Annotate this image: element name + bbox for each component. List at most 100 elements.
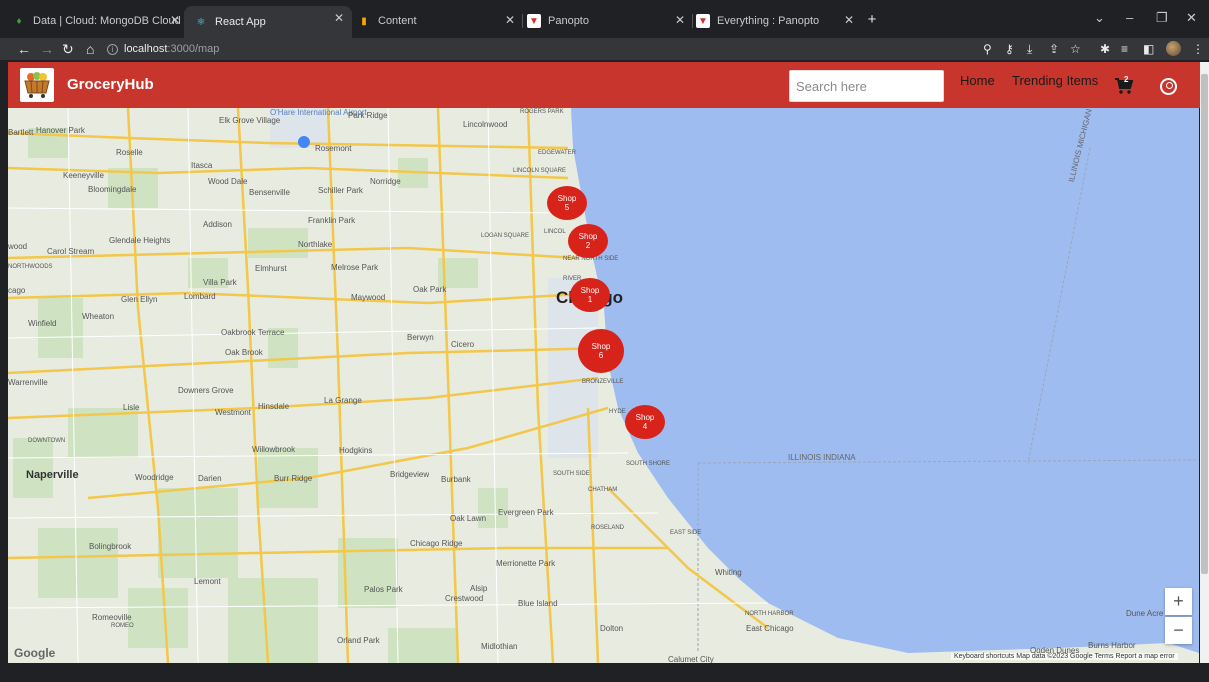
place-label: Berwyn: [407, 333, 434, 342]
place-label: Dune Acre: [1126, 609, 1164, 618]
site-info-icon[interactable]: i: [107, 43, 118, 55]
place-label: Whiting: [715, 568, 742, 577]
place-label: LINCOLN SQUARE: [513, 168, 567, 174]
close-tab-icon[interactable]: ✕: [844, 13, 854, 27]
account-icon[interactable]: [1160, 78, 1177, 95]
home-icon[interactable]: ⌂: [86, 40, 94, 58]
bar-chart-icon: ▮: [361, 15, 367, 27]
zoom-in-button[interactable]: +: [1165, 588, 1192, 615]
bookmark-star-icon[interactable]: ☆: [1070, 41, 1081, 57]
place-label: Oak Brook: [225, 348, 263, 357]
place-label: East Chicago: [746, 624, 794, 633]
place-label: Keeneyville: [63, 171, 104, 180]
profile-avatar[interactable]: [1166, 41, 1181, 56]
mongodb-leaf-icon: ♦: [16, 15, 22, 27]
address-bar[interactable]: i localhost:3000/map: [107, 39, 977, 59]
page-scrollbar[interactable]: [1200, 62, 1209, 663]
place-label: Romeoville: [92, 613, 132, 622]
place-label: Burr Ridge: [274, 474, 313, 483]
tab-react-app[interactable]: ⚛ React App ✕: [184, 6, 352, 38]
reload-icon[interactable]: ↻: [62, 40, 74, 58]
place-label: Maywood: [351, 293, 386, 302]
tab-panopto[interactable]: ▼ Panopto ✕: [527, 8, 693, 34]
reading-list-icon[interactable]: ≡: [1121, 41, 1128, 57]
place-label: Hodgkins: [339, 446, 373, 455]
map-attribution[interactable]: Keyboard shortcuts Map data ©2023 Google…: [951, 653, 1178, 660]
tab-mongodb[interactable]: ♦ Data | Cloud: MongoDB Cloud ✕: [12, 8, 188, 34]
share-icon[interactable]: ⇪: [1049, 41, 1059, 57]
place-label: Chicago Ridge: [410, 539, 463, 548]
place-label: ROSELAND: [591, 525, 625, 531]
place-label: LINCOL: [544, 229, 566, 235]
place-label: EAST SIDE: [670, 530, 702, 536]
tab-content[interactable]: ▮ Content ✕: [357, 8, 523, 34]
grocery-basket-icon: [24, 72, 50, 98]
react-icon: ⚛: [196, 16, 206, 28]
browser-toolbar: ← → ↻ ⌂ i localhost:3000/map ⚲ ⚷ ⤓ ⇪ ☆ ✱…: [0, 38, 1209, 60]
close-tab-icon[interactable]: ✕: [334, 11, 344, 25]
close-window-icon[interactable]: ✕: [1186, 10, 1197, 26]
shop-marker[interactable]: Shop 5: [547, 186, 587, 220]
place-label: Blue Island: [518, 599, 558, 608]
location-pin-icon[interactable]: ⚲: [983, 41, 992, 57]
place-label: Itasca: [191, 161, 213, 170]
place-label: Palos Park: [364, 585, 403, 594]
extensions-puzzle-icon[interactable]: ✱: [1100, 41, 1110, 57]
place-label: Wheaton: [82, 312, 115, 321]
restore-icon[interactable]: ❐: [1156, 10, 1168, 26]
install-icon[interactable]: ⤓: [1027, 41, 1032, 57]
place-label: Naperville: [26, 469, 79, 481]
close-tab-icon[interactable]: ✕: [505, 13, 515, 27]
close-tab-icon[interactable]: ✕: [170, 13, 180, 27]
tab-everything-panopto[interactable]: ▼ Everything : Panopto ✕: [696, 8, 862, 34]
place-label: Warrenville: [8, 378, 48, 387]
place-label: SOUTH SIDE: [553, 471, 590, 477]
state-border-label: ILLINOIS INDIANA: [788, 453, 856, 462]
google-logo: Google: [14, 646, 56, 660]
new-tab-plus-icon[interactable]: +: [864, 12, 880, 28]
shop-marker[interactable]: Shop 1: [570, 278, 610, 312]
place-label: La Grange: [324, 396, 362, 405]
zoom-out-button[interactable]: −: [1165, 617, 1192, 644]
place-label: NORTHWOODS: [8, 264, 53, 270]
place-label: Westmont: [215, 408, 251, 417]
shop-marker[interactable]: Shop 2: [568, 224, 608, 258]
forward-arrow-icon[interactable]: →: [40, 40, 54, 58]
place-label: Park Ridge: [348, 111, 388, 120]
search-input[interactable]: [789, 70, 944, 102]
key-icon[interactable]: ⚷: [1005, 41, 1014, 57]
place-label: HYDE: [609, 409, 626, 415]
nav-trending-link[interactable]: Trending Items: [1012, 73, 1098, 88]
place-label: Melrose Park: [331, 263, 379, 272]
place-label: SOUTH SHORE: [626, 461, 671, 467]
side-panel-icon[interactable]: ◧: [1143, 41, 1154, 57]
minimize-icon[interactable]: –: [1126, 10, 1133, 25]
nav-home-link[interactable]: Home: [960, 73, 995, 88]
place-label: Oakbrook Terrace: [221, 328, 285, 337]
back-arrow-icon[interactable]: ←: [17, 40, 31, 58]
close-tab-icon[interactable]: ✕: [675, 13, 685, 27]
grocery-basket-logo-icon[interactable]: [20, 68, 54, 102]
panopto-icon: ▼: [696, 14, 710, 28]
place-label: Evergreen Park: [498, 508, 554, 517]
scrollbar-thumb[interactable]: [1201, 74, 1208, 574]
tab-search-chevron-icon[interactable]: ⌄: [1094, 10, 1105, 26]
place-label: Roselle: [116, 148, 143, 157]
place-label: Bridgeview: [390, 470, 430, 479]
place-label: Merrionette Park: [496, 559, 556, 568]
place-label: Burns Harbor: [1088, 641, 1136, 650]
place-label: NORTH HARBOR: [745, 611, 794, 617]
place-label: Northlake: [298, 240, 333, 249]
brand-name[interactable]: GroceryHub: [67, 76, 154, 93]
place-label: DOWNTOWN: [28, 438, 66, 444]
place-label: cago: [8, 286, 26, 295]
menu-kebab-icon[interactable]: ⋮: [1192, 41, 1204, 57]
place-label: Franklin Park: [308, 216, 356, 225]
map-view[interactable]: Elk Grove Village O'Hare International A…: [8, 108, 1199, 663]
place-label: Bolingbrook: [89, 542, 132, 551]
shop-marker[interactable]: Shop 6: [578, 329, 624, 373]
place-label: Hanover Park: [36, 126, 85, 135]
app-header: GroceryHub Home Trending Items 2: [8, 62, 1201, 108]
place-label: Glen Ellyn: [121, 295, 158, 304]
shop-marker[interactable]: Shop 4: [625, 405, 665, 439]
